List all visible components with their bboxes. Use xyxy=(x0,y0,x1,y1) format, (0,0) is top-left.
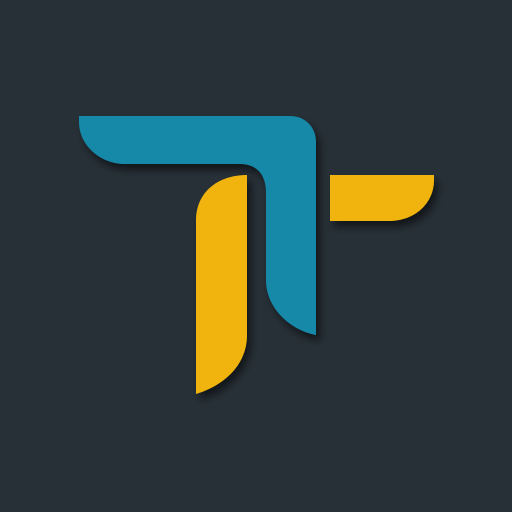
background xyxy=(0,0,512,512)
tt-logo-icon xyxy=(0,0,512,512)
logo-yellow-stem xyxy=(196,175,247,394)
app-icon xyxy=(0,0,512,512)
